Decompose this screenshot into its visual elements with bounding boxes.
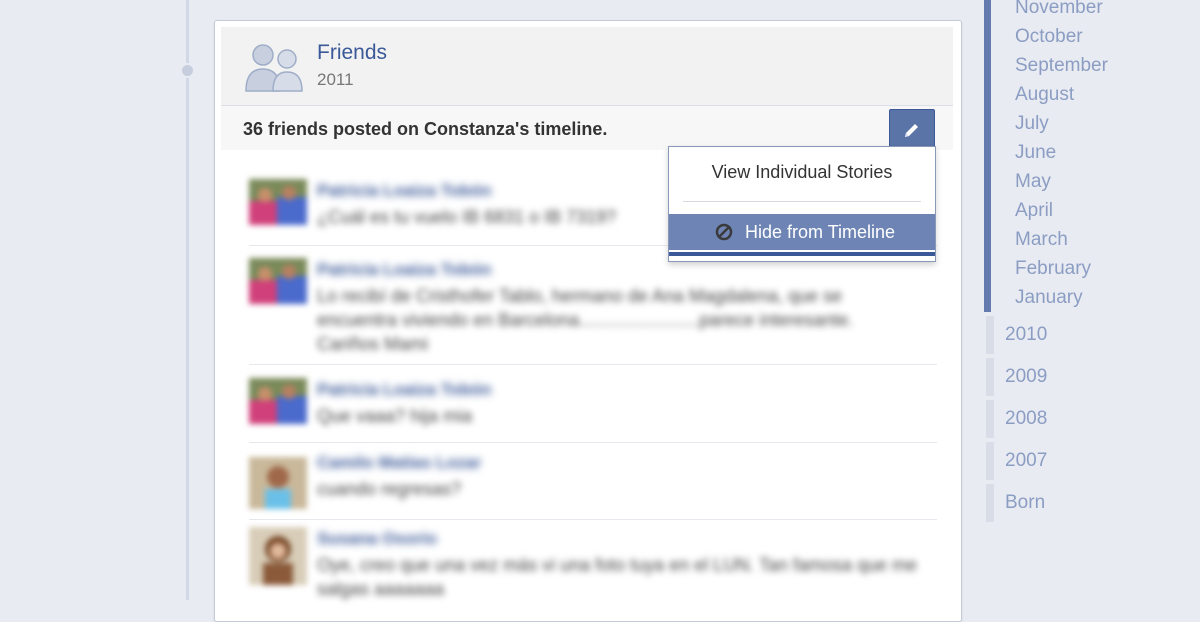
year-label: 2009 xyxy=(1005,366,1048,387)
year-label: Born xyxy=(1005,492,1046,513)
card-header: Friends 2011 xyxy=(221,27,953,106)
month-link-july[interactable]: July xyxy=(1015,113,1049,135)
year-marker xyxy=(986,358,994,396)
story-text: Oye, creo que una vez más vi una foto tu… xyxy=(317,555,918,599)
hide-from-timeline-item[interactable]: Hide from Timeline xyxy=(669,214,935,250)
year-link-2009[interactable]: 2009 xyxy=(986,358,1186,396)
card-year: 2011 xyxy=(317,70,354,89)
story-text: Que vaaa? hija mia xyxy=(317,406,473,426)
year-label: 2010 xyxy=(1005,324,1048,345)
year-marker xyxy=(986,316,994,354)
story-item[interactable]: Patricia Loaiza Tobón Que vaaa? hija mia xyxy=(249,378,937,443)
avatar xyxy=(249,457,307,509)
month-link-january[interactable]: January xyxy=(1015,287,1083,309)
ban-icon xyxy=(715,223,733,241)
story-author[interactable]: Susana Osorio xyxy=(317,529,437,549)
story-author[interactable]: Patricia Loaiza Tobón xyxy=(317,260,491,280)
pencil-icon xyxy=(905,124,918,137)
story-author[interactable]: Patricia Loaiza Tobón xyxy=(317,380,491,400)
hide-from-timeline-label: Hide from Timeline xyxy=(745,222,896,242)
view-individual-stories-item[interactable]: View Individual Stories xyxy=(669,157,935,187)
year-link-2008[interactable]: 2008 xyxy=(986,400,1186,438)
menu-bottom-edge xyxy=(669,252,935,256)
avatar xyxy=(249,179,307,225)
edit-button[interactable] xyxy=(889,109,935,151)
summary-bar: 36 friends posted on Constanza's timelin… xyxy=(221,106,953,151)
story-item[interactable]: Camilo Matías Lozar cuando regresas? xyxy=(249,451,937,520)
avatar xyxy=(249,378,307,424)
year-label: 2007 xyxy=(1005,450,1048,471)
menu-divider xyxy=(683,201,921,202)
month-link-august[interactable]: August xyxy=(1015,84,1074,106)
month-link-october[interactable]: October xyxy=(1015,26,1083,48)
summary-text: 36 friends posted on Constanza's timelin… xyxy=(243,119,608,139)
year-link-2010[interactable]: 2010 xyxy=(986,316,1186,354)
story-text: cuando regresas? xyxy=(317,479,462,499)
year-label: 2008 xyxy=(1005,408,1048,429)
story-author[interactable]: Patricia Loaiza Tobón xyxy=(317,181,491,201)
friends-icon xyxy=(245,44,303,92)
year-marker xyxy=(986,442,994,480)
timeline-dot xyxy=(180,63,195,78)
story-item[interactable]: Susana Osorio Oye, creo que una vez más … xyxy=(249,527,937,621)
avatar xyxy=(249,527,307,585)
story-text: Lo recibí de Cristhofer Tablo, hermano d… xyxy=(317,286,854,354)
active-year-rail xyxy=(984,0,991,312)
month-link-may[interactable]: May xyxy=(1015,171,1051,193)
story-options-menu: View Individual Stories Hide from Timeli… xyxy=(668,146,936,262)
year-marker xyxy=(986,400,994,438)
month-link-september[interactable]: September xyxy=(1015,55,1108,77)
month-link-november[interactable]: November xyxy=(1015,0,1103,19)
card-title[interactable]: Friends xyxy=(317,41,387,65)
timeline-spine xyxy=(186,0,189,600)
story-item[interactable]: Patricia Loaiza Tobón Lo recibí de Crist… xyxy=(249,258,937,365)
year-link-2007[interactable]: 2007 xyxy=(986,442,1186,480)
year-marker xyxy=(986,484,994,522)
story-author[interactable]: Camilo Matías Lozar xyxy=(317,453,481,473)
month-link-february[interactable]: February xyxy=(1015,258,1091,280)
avatar xyxy=(249,258,307,304)
year-link-born[interactable]: Born xyxy=(986,484,1186,522)
month-link-april[interactable]: April xyxy=(1015,200,1053,222)
month-link-march[interactable]: March xyxy=(1015,229,1068,251)
friends-activity-card: Friends 2011 36 friends posted on Consta… xyxy=(214,20,962,622)
month-link-june[interactable]: June xyxy=(1015,142,1056,164)
